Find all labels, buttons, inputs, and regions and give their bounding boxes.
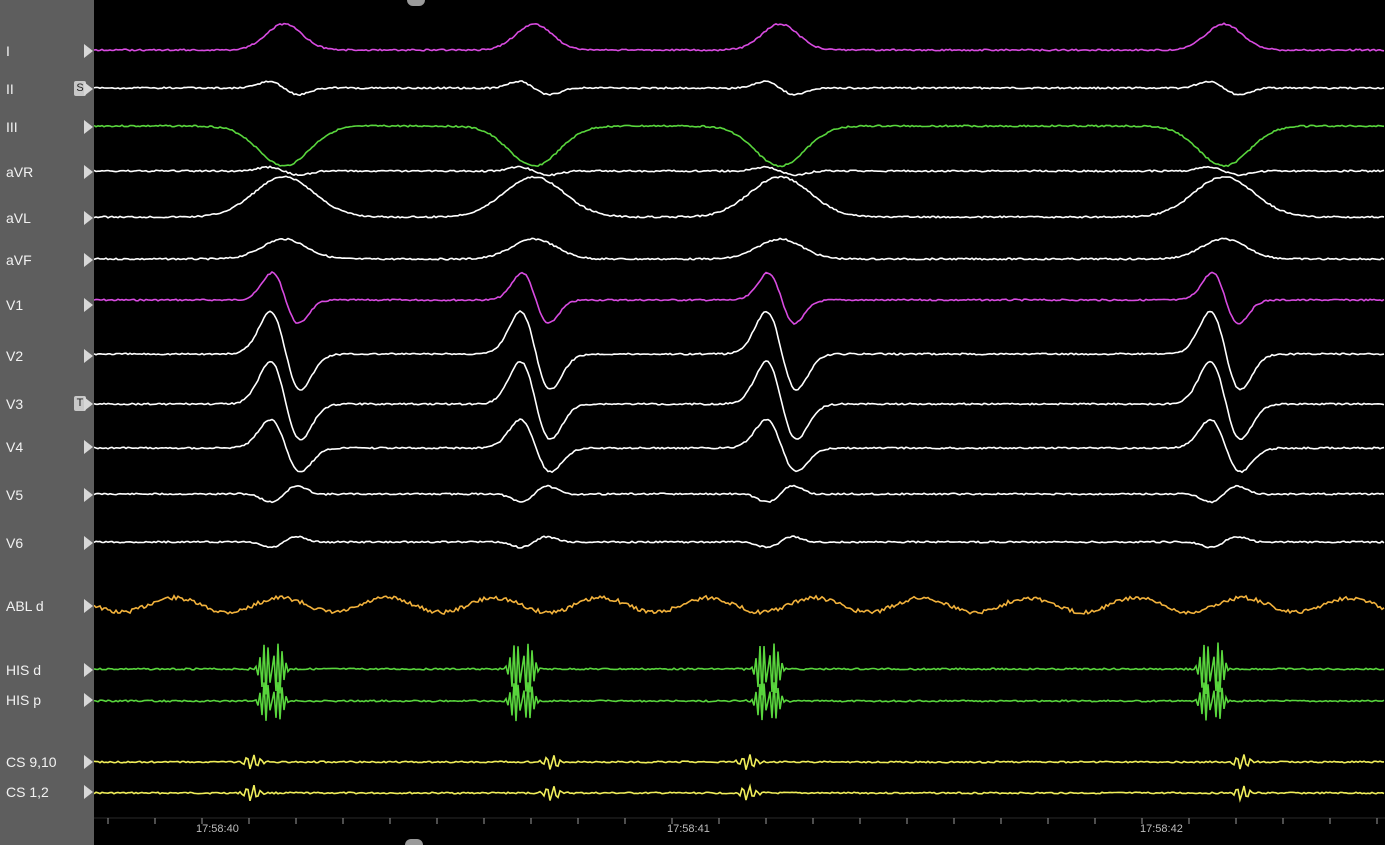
waveform-cs-1-2: [94, 783, 1385, 803]
channel-marker-icon[interactable]: [84, 785, 93, 799]
channel-label-cs-9-10[interactable]: CS 9,10: [6, 754, 57, 770]
channel-label-v1[interactable]: V1: [6, 297, 23, 313]
channel-marker-icon[interactable]: [84, 253, 93, 267]
channel-marker-icon[interactable]: [84, 165, 93, 179]
waveform-avr: [94, 165, 1385, 177]
waveform-cs-9-10: [94, 754, 1384, 770]
time-label-17-58-41: 17:58:41: [667, 823, 710, 835]
time-label-17-58-40: 17:58:40: [196, 823, 239, 835]
channel-label-avr[interactable]: aVR: [6, 164, 33, 180]
channel-label-abl-d[interactable]: ABL d: [6, 598, 44, 614]
channel-label-his-d[interactable]: HIS d: [6, 662, 41, 678]
waveform-ii: [94, 80, 1385, 97]
channel-marker-icon[interactable]: [84, 440, 93, 454]
channel-label-v2[interactable]: V2: [6, 348, 23, 364]
channel-label-his-p[interactable]: HIS p: [6, 692, 41, 708]
channel-marker-icon[interactable]: [84, 82, 93, 96]
channel-label-iii[interactable]: III: [6, 119, 18, 135]
channel-marker-icon[interactable]: [84, 693, 93, 707]
channel-marker-icon[interactable]: [84, 211, 93, 225]
waveform-i: [94, 22, 1385, 52]
waveform-avl: [94, 175, 1385, 219]
signal-plot-area[interactable]: [94, 0, 1385, 845]
waveform-traces: [94, 22, 1385, 803]
time-axis: [94, 817, 1385, 824]
waveform-his-p: [94, 681, 1385, 722]
channel-label-v4[interactable]: V4: [6, 439, 23, 455]
channel-label-v5[interactable]: V5: [6, 487, 23, 503]
time-label-17-58-42: 17:58:42: [1140, 823, 1183, 835]
waveform-his-d: [94, 642, 1384, 696]
waveform-v3: [94, 360, 1385, 441]
ep-recording-window: { "channels": [ {"label": "I", "color": …: [0, 0, 1385, 845]
channel-marker-icon[interactable]: [84, 397, 93, 411]
channel-label-cs-1-2[interactable]: CS 1,2: [6, 784, 49, 800]
channel-label-i[interactable]: I: [6, 43, 10, 59]
channel-marker-icon[interactable]: [84, 349, 93, 363]
waveform-v1: [94, 271, 1385, 325]
waveform-v4: [94, 418, 1385, 474]
waveform-avf: [94, 237, 1385, 261]
waveform-v5: [94, 484, 1385, 504]
channel-label-v3[interactable]: V3: [6, 396, 23, 412]
channel-label-avl[interactable]: aVL: [6, 210, 31, 226]
time-axis-ticks: [107, 818, 1378, 824]
channel-marker-icon[interactable]: [84, 44, 93, 58]
waveform-v6: [94, 535, 1385, 549]
waveform-abl-d: [94, 594, 1385, 616]
channel-marker-icon[interactable]: [84, 488, 93, 502]
channel-marker-icon[interactable]: [84, 298, 93, 312]
channel-label-ii[interactable]: II: [6, 81, 14, 97]
channel-marker-icon[interactable]: [84, 120, 93, 134]
channel-marker-icon[interactable]: [84, 755, 93, 769]
waveform-v2: [94, 309, 1385, 391]
channel-marker-icon[interactable]: [84, 536, 93, 550]
waveform-iii: [94, 124, 1385, 168]
channel-label-avf[interactable]: aVF: [6, 252, 32, 268]
channel-marker-icon[interactable]: [84, 599, 93, 613]
channel-marker-icon[interactable]: [84, 663, 93, 677]
channel-sidebar: I II III aVR aVL aVF V1 V2 V3 V4 V5 V6 A…: [0, 0, 94, 845]
bottom-scroll-grip-icon[interactable]: [405, 839, 423, 845]
channel-label-v6[interactable]: V6: [6, 535, 23, 551]
